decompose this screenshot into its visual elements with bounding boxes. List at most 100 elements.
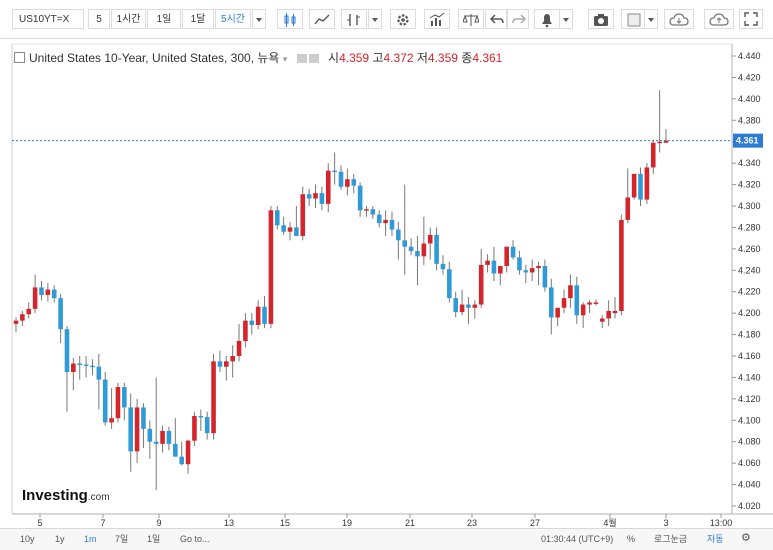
y-tick-label: 4.420 [738, 72, 761, 82]
collapse-legend-icon[interactable] [14, 52, 25, 63]
template-dropdown[interactable] [644, 9, 658, 29]
interval-1hour[interactable]: 1시간 [111, 9, 146, 29]
candle-body [262, 306, 267, 324]
range-1m[interactable]: 1m [84, 533, 97, 546]
candle-body [421, 243, 427, 257]
y-tick-label: 4.140 [738, 372, 761, 382]
candle-body [325, 170, 331, 204]
y-tick-label: 4.220 [738, 287, 761, 297]
y-tick-label: 4.280 [738, 222, 761, 232]
candle-body [638, 173, 643, 200]
candle-body [77, 363, 83, 365]
y-tick-label: 4.300 [738, 201, 761, 211]
candle-body [389, 219, 395, 230]
x-tick-label: 13 [224, 518, 234, 528]
candle-body [198, 416, 204, 418]
range-10y[interactable]: 10y [20, 533, 35, 546]
interval-5min[interactable]: 5 [88, 9, 110, 29]
clock-time: 01:30:44 (UTC+9) [541, 534, 614, 544]
candle-type-icon[interactable] [277, 9, 303, 29]
bar-chart-icon[interactable] [341, 9, 367, 29]
candle-body [568, 285, 573, 299]
close-label: 종 [461, 51, 473, 65]
y-tick-label: 4.160 [738, 351, 761, 361]
candle-body [625, 197, 631, 220]
fullscreen-icon[interactable] [739, 9, 763, 29]
y-tick-label: 4.340 [738, 158, 761, 168]
price-chart[interactable]: 4.020 4.040 4.060 4.080 4.100 4.120 4.140 4.160… [0, 40, 773, 528]
series-legend: United States 10-Year, United States, 30… [14, 49, 502, 66]
candle-body [20, 314, 25, 321]
candle-body [415, 251, 420, 257]
x-tick-label: 13:00 [710, 518, 733, 528]
candle-body [491, 260, 497, 274]
camera-icon[interactable] [588, 9, 614, 29]
gear-icon[interactable] [390, 9, 416, 29]
candle-body [466, 304, 471, 308]
area-chart-icon[interactable] [309, 9, 335, 29]
redo-icon[interactable] [507, 9, 529, 29]
cloud-save-icon[interactable] [704, 9, 734, 29]
range-1d[interactable]: 1일 [147, 533, 160, 546]
candle-body [39, 287, 44, 295]
x-tick-label: 27 [530, 518, 540, 528]
candle-body [236, 341, 242, 356]
candle-body [357, 185, 363, 211]
log-scale-toggle[interactable]: 로그눈금 [654, 533, 687, 546]
compare-scale-icon[interactable] [458, 9, 484, 29]
undo-icon[interactable] [485, 9, 507, 29]
alert-bell-icon[interactable] [534, 9, 560, 29]
candle-body [434, 234, 439, 264]
candle-body [166, 431, 172, 444]
y-tick-label: 4.440 [738, 51, 761, 61]
candle-body [351, 179, 357, 186]
gear-icon[interactable]: ⚙ [741, 532, 751, 545]
candle-body [185, 440, 191, 465]
interval-1month[interactable]: 1달 [182, 9, 214, 29]
candle-body [574, 285, 580, 316]
candle-body [631, 173, 637, 198]
bottom-bar: 10y 1y 1m 7일 1일 Go to... 01:30:44 (UTC+9… [0, 528, 773, 550]
candle-body [281, 225, 286, 232]
candle-body [71, 363, 76, 373]
range-1y[interactable]: 1y [55, 533, 65, 546]
y-tick-label: 4.180 [738, 330, 761, 340]
goto-date[interactable]: Go to... [180, 533, 210, 546]
percent-toggle[interactable]: % [627, 533, 635, 546]
y-tick-label: 4.260 [738, 244, 761, 254]
candle-body [287, 227, 293, 232]
symbol-input[interactable]: US10YT=X [12, 9, 84, 29]
candle-body [542, 266, 548, 288]
auto-scale-toggle[interactable]: 자동 [707, 533, 724, 546]
candle-body [478, 264, 484, 305]
x-tick-label: 23 [467, 518, 477, 528]
candle-body [580, 304, 586, 316]
candle-body [45, 289, 51, 295]
candle-body [26, 308, 32, 315]
alert-dropdown[interactable] [559, 9, 573, 29]
candle-body [523, 270, 529, 273]
y-tick-label: 4.020 [738, 501, 761, 511]
range-7d[interactable]: 7일 [115, 533, 128, 546]
candle-body [243, 320, 248, 341]
cloud-load-icon[interactable] [664, 9, 694, 29]
candle-body [447, 269, 452, 299]
y-tick-label: 4.080 [738, 437, 761, 447]
candle-body [332, 170, 337, 173]
indicators-icon[interactable] [424, 9, 450, 29]
candle-body [619, 219, 624, 311]
y-tick-label: 4.040 [738, 480, 761, 490]
candle-body [64, 329, 70, 373]
candle-body [396, 229, 401, 241]
candle-body [51, 289, 57, 299]
interval-5hour[interactable]: 5시간 [215, 9, 251, 29]
candle-body [217, 361, 223, 367]
eye-icon[interactable] [296, 54, 307, 63]
candle-body [587, 302, 592, 305]
chart-type-dropdown[interactable] [368, 9, 382, 29]
candle-body [128, 407, 133, 452]
candle-body [383, 219, 388, 224]
interval-1day[interactable]: 1일 [147, 9, 181, 29]
settings-small-icon[interactable] [308, 54, 319, 63]
interval-dropdown[interactable] [252, 9, 266, 29]
